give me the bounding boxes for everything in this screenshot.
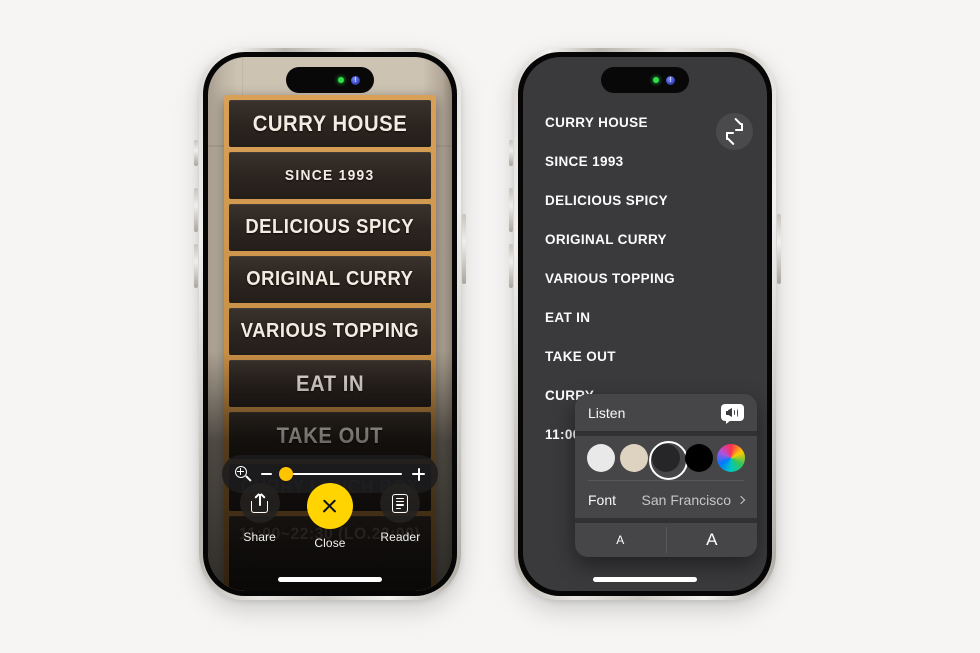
collapse-arrows-icon	[726, 117, 743, 146]
reader-button[interactable]	[380, 483, 421, 523]
zoom-out-button[interactable]	[261, 473, 272, 475]
detection-action-bar: Share Close Reader	[208, 483, 452, 569]
font-value: San Francisco	[641, 491, 731, 508]
reader-line[interactable]: EAT IN	[545, 310, 749, 325]
reader-action[interactable]: Reader	[380, 483, 421, 544]
close-action[interactable]: Close	[306, 483, 353, 550]
theme-swatch-color-wheel[interactable]	[717, 444, 745, 472]
listen-label: Listen	[588, 404, 626, 421]
reader-line[interactable]: ORIGINAL CURRY	[545, 232, 749, 247]
left-phone-bezel: CURRY HOUSE SINCE 1993 DELICIOUS SPICY O…	[203, 52, 457, 596]
speaker-wave-icon[interactable]	[721, 404, 744, 421]
close-x-icon	[321, 498, 338, 515]
text-size-row: A A	[575, 523, 757, 557]
silent-switch[interactable]	[194, 140, 198, 166]
close-button[interactable]	[306, 483, 353, 529]
reader-document-icon	[392, 493, 409, 513]
share-action[interactable]: Share	[239, 483, 280, 544]
power-button[interactable]	[462, 214, 466, 284]
theme-color-row	[575, 436, 757, 480]
green-dot-icon	[653, 77, 659, 83]
theme-swatch-dark[interactable]	[648, 440, 688, 480]
home-indicator[interactable]	[278, 577, 382, 582]
home-indicator[interactable]	[593, 577, 697, 582]
decrease-text-size-button[interactable]: A	[575, 533, 666, 547]
blue-dot-icon: !	[351, 75, 360, 85]
green-dot-icon	[338, 77, 344, 83]
font-row[interactable]: Font San Francisco	[575, 481, 757, 518]
right-phone-device: CURRY HOUSE SINCE 1993 DELICIOUS SPICY O…	[509, 48, 781, 600]
share-label: Share	[243, 530, 276, 544]
volume-down-button[interactable]	[194, 244, 198, 288]
reader-line[interactable]: SINCE 1993	[545, 154, 749, 169]
dynamic-island[interactable]: !	[286, 67, 374, 93]
power-button[interactable]	[777, 214, 781, 284]
close-label: Close	[314, 536, 346, 550]
reader-line[interactable]: TAKE OUT	[545, 349, 749, 364]
zoom-slider-knob[interactable]	[279, 467, 293, 481]
magnifier-plus-icon	[235, 466, 252, 482]
reader-label: Reader	[380, 530, 421, 544]
dynamic-island[interactable]: !	[601, 67, 689, 93]
reader-view: CURRY HOUSE SINCE 1993 DELICIOUS SPICY O…	[523, 57, 767, 591]
increase-text-size-button[interactable]: A	[667, 530, 758, 550]
share-button[interactable]	[239, 483, 280, 523]
volume-down-button[interactable]	[509, 244, 513, 288]
zoom-in-button[interactable]	[412, 467, 425, 481]
reader-line[interactable]: DELICIOUS SPICY	[545, 193, 749, 208]
volume-up-button[interactable]	[194, 188, 198, 232]
volume-up-button[interactable]	[509, 188, 513, 232]
right-phone-screen: CURRY HOUSE SINCE 1993 DELICIOUS SPICY O…	[523, 57, 767, 591]
text-format-popover: Listen Font San Francisco A A	[575, 394, 757, 557]
zoom-slider-track[interactable]	[279, 467, 402, 481]
left-phone-screen: CURRY HOUSE SINCE 1993 DELICIOUS SPICY O…	[208, 57, 452, 591]
font-label: Font	[588, 491, 617, 508]
left-phone-device: CURRY HOUSE SINCE 1993 DELICIOUS SPICY O…	[194, 48, 466, 600]
listen-row[interactable]: Listen	[575, 394, 757, 431]
reader-line[interactable]: VARIOUS TOPPING	[545, 271, 749, 286]
theme-swatch-white[interactable]	[587, 444, 615, 472]
collapse-button[interactable]	[716, 113, 753, 150]
blue-dot-icon: !	[666, 75, 675, 85]
font-value-group: San Francisco	[641, 491, 746, 508]
theme-swatch-sepia[interactable]	[619, 444, 648, 472]
screenshot-stage: CURRY HOUSE SINCE 1993 DELICIOUS SPICY O…	[0, 0, 980, 653]
share-icon	[251, 493, 269, 513]
silent-switch[interactable]	[509, 140, 513, 166]
theme-swatch-black[interactable]	[684, 444, 713, 472]
right-phone-bezel: CURRY HOUSE SINCE 1993 DELICIOUS SPICY O…	[518, 52, 772, 596]
chevron-right-icon	[736, 495, 746, 504]
